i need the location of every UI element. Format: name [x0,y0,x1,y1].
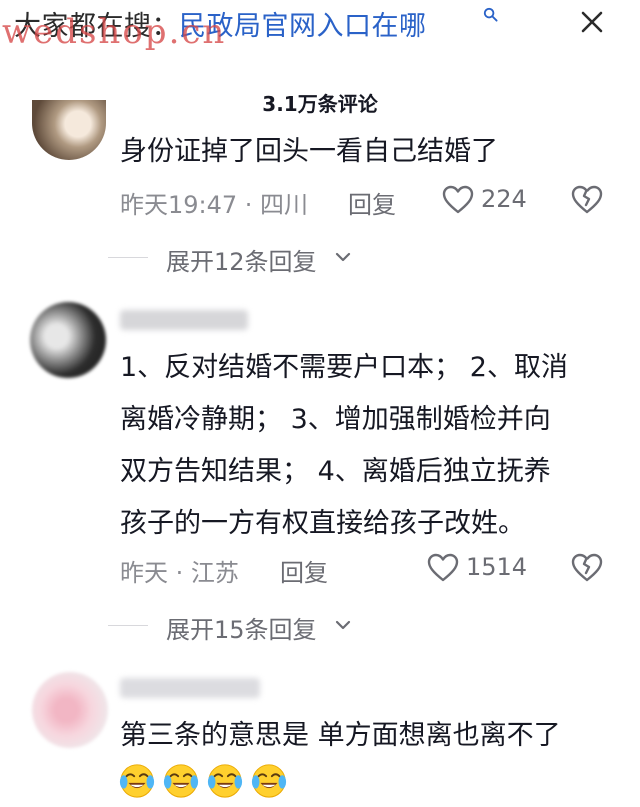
divider-line [108,257,148,258]
comment-line: 第三条的意思是 单方面想离也离不了 [120,720,561,751]
chevron-down-icon [335,620,351,630]
broken-heart-icon[interactable] [571,552,603,582]
heart-icon[interactable] [442,185,474,214]
avatar[interactable] [32,100,106,160]
username-blurred[interactable] [120,678,260,698]
reply-button[interactable]: 回复 [280,553,328,588]
heart-icon[interactable] [427,553,459,582]
avatar[interactable] [30,302,106,378]
comment-line: 身份证掉了回头一看自己结婚了 [120,136,498,167]
expand-replies[interactable]: 展开15条回复 [108,610,368,644]
close-icon[interactable] [577,7,607,37]
broken-heart-icon[interactable] [571,184,603,214]
divider-line [108,625,148,626]
like-count: 224 [481,185,527,213]
search-suggestion-bar: 大家都在搜：民政局官网入口在哪 [0,0,640,52]
username-blurred[interactable] [120,310,248,330]
chevron-down-icon [335,252,351,262]
comment-text: 1、反对结婚不需要户口本； 2、取消 离婚冷静期； 3、增加强制婚检并向 双方告… [120,342,568,550]
avatar[interactable] [32,672,108,748]
reply-button[interactable]: 回复 [348,185,396,220]
search-prefix: 大家都在搜： [14,11,179,42]
comment-text: 第三条的意思是 单方面想离也离不了 [120,710,561,762]
expand-replies-label: 展开15条回复 [166,616,317,644]
comment-line: 1、反对结婚不需要户口本； 2、取消 [120,352,568,383]
comment-meta: 昨天19:47 · 四川 [120,191,309,219]
search-icon [483,7,498,22]
search-query-link[interactable]: 民政局官网入口在哪 [179,11,427,42]
comment-line: 孩子的一方有权直接给孩子改姓。 [120,508,525,539]
crying-laughing-emoji [119,764,155,798]
comment-meta: 昨天 · 江苏 [120,559,239,587]
comment-text: 身份证掉了回头一看自己结婚了 [120,126,498,178]
like-count: 1514 [466,553,528,581]
comment-line: 离婚冷静期； 3、增加强制婚检并向 [120,404,551,435]
crying-laughing-emoji [251,764,287,798]
expand-replies[interactable]: 展开12条回复 [108,242,368,276]
crying-laughing-emoji [163,764,199,798]
crying-laughing-emoji [207,764,243,798]
expand-replies-label: 展开12条回复 [166,248,317,276]
search-suggestion[interactable]: 大家都在搜：民政局官网入口在哪 [14,4,427,43]
comment-line: 双方告知结果； 4、离婚后独立抚养 [120,456,551,487]
